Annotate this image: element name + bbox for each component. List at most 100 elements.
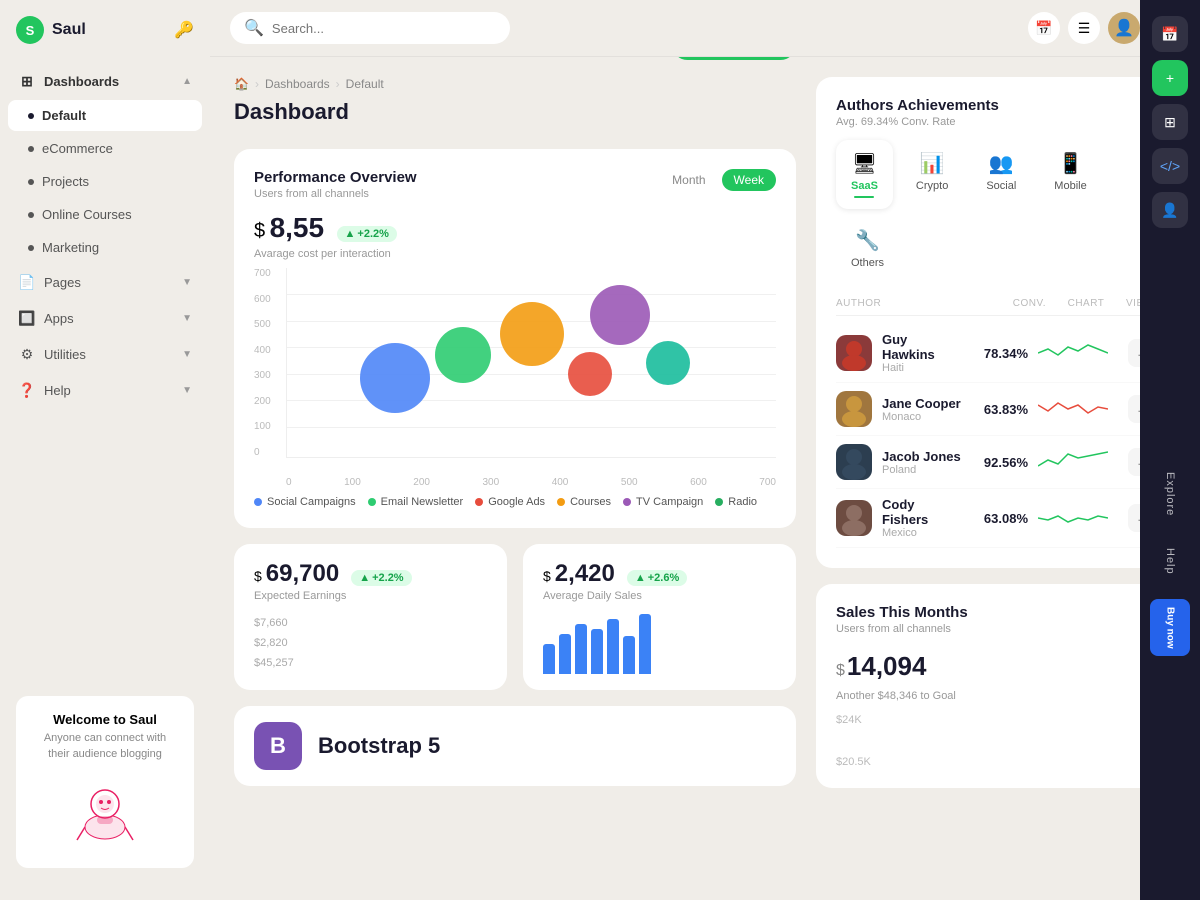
bubble-pink (568, 352, 612, 396)
chevron-icon: ▼ (182, 349, 192, 360)
up-arrow-icon: ▲ (345, 228, 356, 240)
sidebar-item-label: Projects (42, 174, 89, 189)
sidebar-item-marketing[interactable]: Marketing (8, 232, 202, 263)
tab-week[interactable]: Week (722, 169, 776, 191)
user-avatar[interactable]: 👤 (1108, 12, 1140, 44)
utilities-icon: ⚙ (18, 345, 36, 363)
authors-subtitle: Avg. 69.34% Conv. Rate (836, 116, 999, 128)
chart-y-labels: 7006005004003002001000 (254, 268, 282, 458)
author-info-jane: Jane Cooper Monaco (882, 396, 963, 423)
dark-btn-code[interactable]: </> (1152, 148, 1188, 184)
dark-btn-user[interactable]: 👤 (1152, 192, 1188, 228)
author-info-jacob: Jacob Jones Poland (882, 449, 963, 476)
create-project-button[interactable]: Create Project (672, 57, 796, 60)
sidebar-item-label: Dashboards (44, 74, 119, 89)
explore-label[interactable]: Explore (1164, 464, 1176, 524)
sales-subtitle: Users from all channels (836, 623, 1156, 635)
chevron-icon: ▲ (182, 76, 192, 87)
search-icon: 🔍 (244, 18, 264, 38)
saas-icon: 🖥 (852, 151, 877, 176)
sidebar-item-apps[interactable]: 🔲 Apps ▼ (8, 301, 202, 335)
dark-btn-grid[interactable]: ⊞ (1152, 104, 1188, 140)
bar (639, 614, 651, 674)
performance-title: Performance Overview (254, 169, 417, 186)
sales-value-display: $ 14,094 (836, 643, 1156, 686)
astronaut-illustration (65, 772, 145, 852)
authors-card: Authors Achievements Avg. 69.34% Conv. R… (816, 77, 1176, 568)
sales-title: Sales This Months (836, 604, 1156, 621)
stat-badge: ▲ +2.2% (351, 570, 411, 586)
dark-btn-calendar[interactable]: 📅 (1152, 16, 1188, 52)
nav-dot (28, 179, 34, 185)
tab-month[interactable]: Month (660, 169, 717, 191)
bubble-purple (590, 285, 650, 345)
bubble-email (435, 327, 491, 383)
sidebar-item-projects[interactable]: Projects (8, 166, 202, 197)
author-name: Jane Cooper (882, 396, 963, 411)
sidebar-item-online-courses[interactable]: Online Courses (8, 199, 202, 230)
sidebar-item-dashboards[interactable]: ⊞ Dashboards ▲ (8, 64, 202, 98)
author-conv-jacob: 92.56% (973, 455, 1028, 470)
nav-dot (28, 113, 34, 119)
chevron-icon: ▼ (182, 385, 192, 396)
breadcrumb-home: 🏠 (234, 77, 249, 91)
sidebar-item-label: Help (44, 383, 71, 398)
bubble-social (360, 343, 430, 413)
logo-icon: S (16, 16, 44, 44)
legend-dot (557, 498, 565, 506)
stats-row: $ 69,700 ▲ +2.2% Expected Earnings $7,66… (234, 544, 796, 690)
expected-earnings-card: $ 69,700 ▲ +2.2% Expected Earnings $7,66… (234, 544, 507, 690)
avatar-cody (836, 500, 872, 536)
author-row-jane: Jane Cooper Monaco 63.83% → (836, 383, 1156, 436)
legend-google-ads: Google Ads (475, 496, 545, 508)
chart-area (286, 268, 776, 458)
author-chart-guy (1038, 341, 1118, 365)
tab-crypto[interactable]: 📊 Crypto (901, 140, 963, 209)
sidebar-item-default[interactable]: Default (8, 100, 202, 131)
author-chart-jacob (1038, 450, 1118, 474)
calendar-icon-btn[interactable]: 📅 (1028, 12, 1060, 44)
sidebar-logo: S Saul 🔑 (0, 16, 210, 64)
bar (543, 644, 555, 674)
nav-dot (28, 146, 34, 152)
sidebar-item-pages[interactable]: 📄 Pages ▼ (8, 265, 202, 299)
help-label[interactable]: Help (1164, 540, 1176, 583)
others-icon: 🔧 (855, 228, 880, 253)
sidebar-item-help[interactable]: ❓ Help ▼ (8, 373, 202, 407)
dark-btn-add[interactable]: + (1152, 60, 1188, 96)
stat-value: 69,700 (266, 560, 339, 588)
search-input[interactable] (272, 21, 496, 36)
legend-dot (623, 498, 631, 506)
page-header: 🏠 › Dashboards › Default Dashboard Creat… (234, 77, 796, 141)
sidebar-item-label: Apps (44, 311, 74, 326)
tab-social-label: Social (986, 180, 1016, 192)
sidebar-item-utilities[interactable]: ⚙ Utilities ▼ (8, 337, 202, 371)
tab-others[interactable]: 🔧 Others (836, 217, 899, 280)
welcome-subtitle: Anyone can connect with their audience b… (32, 731, 178, 762)
sidebar-item-label: eCommerce (42, 141, 113, 156)
metric-dollar: $ (254, 220, 265, 242)
avatar-guy (836, 335, 872, 371)
metric-badge: ▲ +2.2% (337, 226, 397, 242)
tab-social[interactable]: 👥 Social (971, 140, 1031, 209)
dark-panel: 📅 + ⊞ </> 👤 Explore Help Buy now (1140, 0, 1200, 900)
buy-now-button[interactable]: Buy now (1150, 599, 1190, 657)
bar (559, 634, 571, 674)
metric-value: 8,55 (270, 212, 325, 243)
search-box[interactable]: 🔍 (230, 12, 510, 44)
author-info-guy: Guy Hawkins Haiti (882, 332, 963, 374)
up-icon: ▲ (359, 572, 370, 584)
breadcrumb-dashboards[interactable]: Dashboards (265, 77, 330, 91)
sidebar-item-ecommerce[interactable]: eCommerce (8, 133, 202, 164)
bar (623, 636, 635, 674)
col-chart: CHART (1046, 298, 1126, 309)
sales-card: Sales This Months Users from all channel… (816, 584, 1176, 788)
tab-mobile[interactable]: 📱 Mobile (1039, 140, 1101, 209)
menu-icon-btn[interactable]: ☰ (1068, 12, 1100, 44)
author-row-jacob: Jacob Jones Poland 92.56% → (836, 436, 1156, 489)
performance-subtitle: Users from all channels (254, 188, 417, 200)
author-chart-jane (1038, 397, 1118, 421)
tab-saas[interactable]: 🖥 SaaS (836, 140, 893, 209)
chevron-icon: ▼ (182, 313, 192, 324)
chart-legend: Social Campaigns Email Newsletter Google… (254, 496, 776, 508)
